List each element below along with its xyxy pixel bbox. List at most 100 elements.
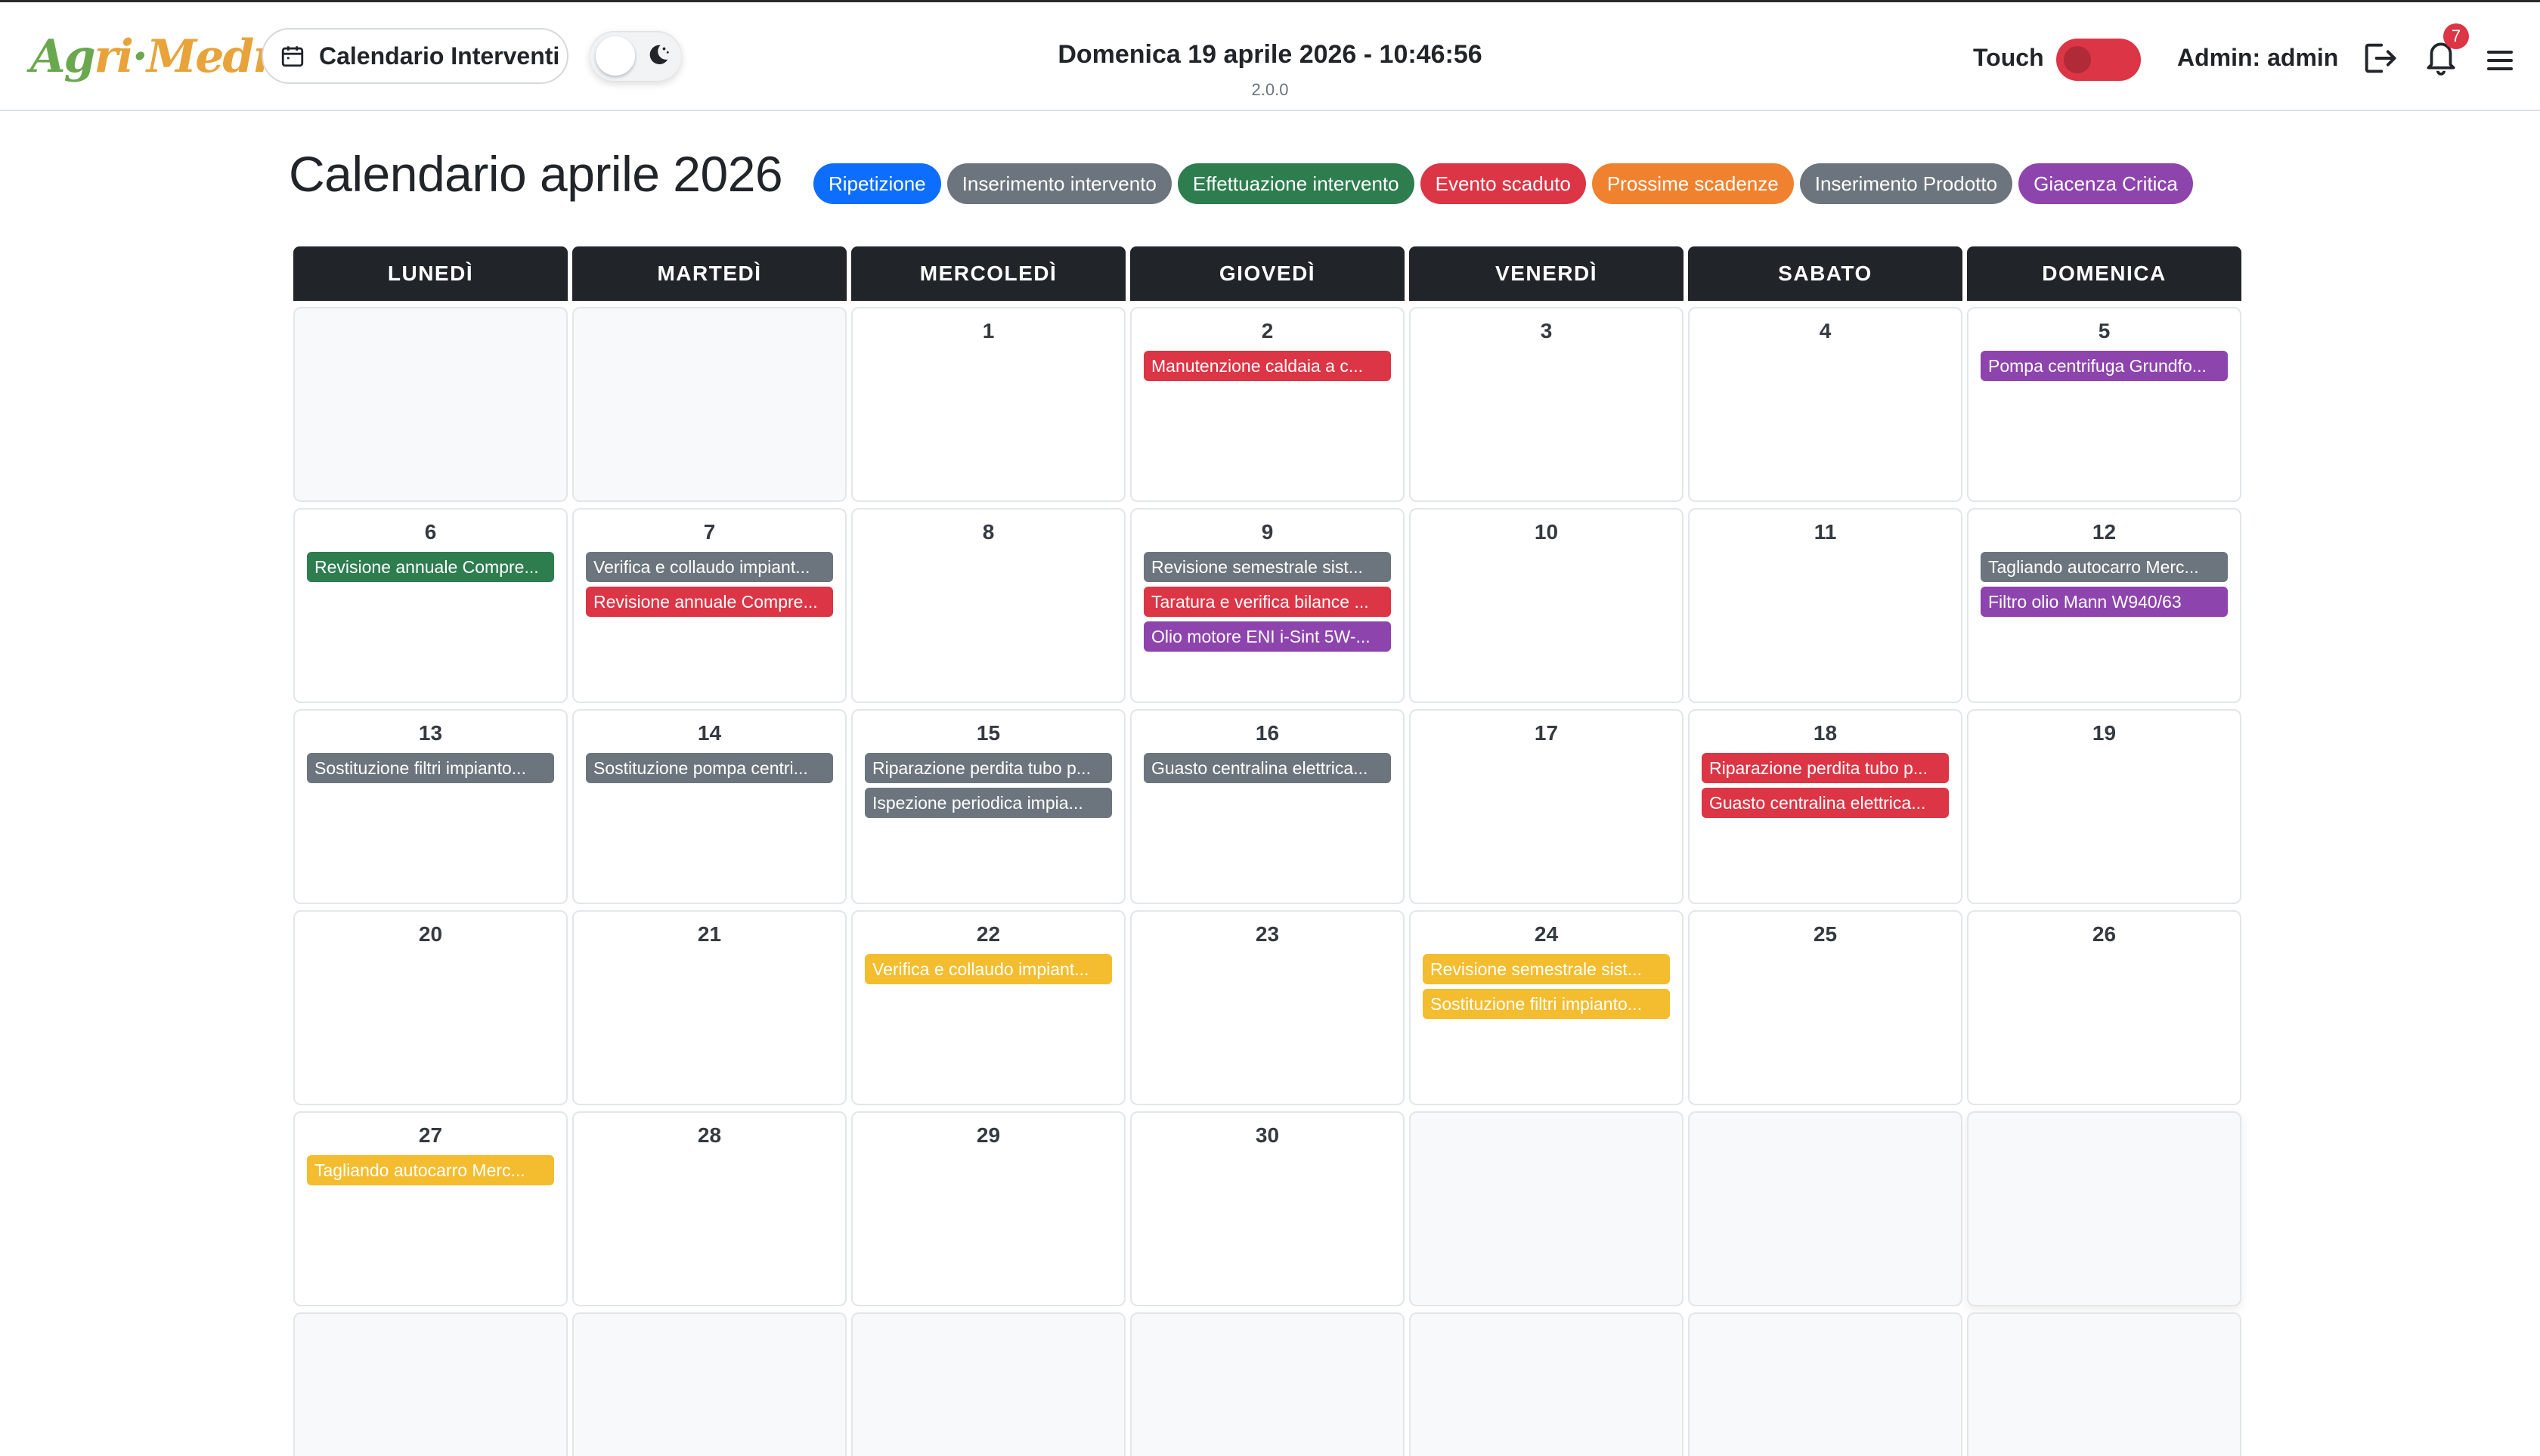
calendar-day-cell[interactable]: 5 Pompa centrifuga Grundfo...: [1967, 307, 2241, 502]
calendar-day-cell[interactable]: 18 Riparazione perdita tubo p... Guasto ce…: [1688, 709, 1962, 904]
day-events: Guasto centralina elettrica...: [1132, 745, 1403, 783]
calendar-event[interactable]: Revisione semestrale sist...: [1423, 954, 1670, 984]
day-number: 2: [1261, 319, 1274, 342]
weekday-header-row: LUNEDÌ MARTEDÌ MERCOLEDÌ GIOVEDÌ VENERDÌ SABA…: [293, 246, 2245, 301]
calendar-day-empty: [1409, 1312, 1684, 1456]
calendar-event[interactable]: Tagliando autocarro Merc...: [1981, 552, 2228, 582]
day-events: [853, 544, 1124, 552]
calendar-day-cell[interactable]: 27 Tagliando autocarro Merc...: [293, 1111, 568, 1306]
day-events: Revisione semestrale sist... Sostituzione…: [1411, 946, 1682, 1019]
calendar-day-cell[interactable]: 11: [1688, 508, 1962, 703]
day-number: 11: [1814, 520, 1837, 544]
calendar-day-cell[interactable]: 1: [851, 307, 1126, 502]
calendar-event[interactable]: Pompa centrifuga Grundfo...: [1981, 351, 2228, 381]
calendar-event[interactable]: Revisione semestrale sist...: [1144, 552, 1391, 582]
day-events: Pompa centrifuga Grundfo...: [1968, 343, 2240, 381]
day-events: Tagliando autocarro Merc...: [295, 1148, 566, 1185]
calendar-day-cell[interactable]: 21: [572, 910, 847, 1105]
logout-icon[interactable]: [2360, 39, 2399, 78]
calendar-event[interactable]: Filtro olio Mann W940/63: [1981, 587, 2228, 617]
calendar-event[interactable]: Verifica e collaudo impiant...: [586, 552, 833, 582]
day-events: [1132, 1148, 1403, 1155]
calendar-day-cell[interactable]: 6 Revisione annuale Compre...: [293, 508, 568, 703]
day-number: [1968, 1123, 2240, 1148]
day-events: [1411, 343, 1682, 351]
calendar-day-empty: [1688, 1312, 1962, 1456]
calendar-event[interactable]: Verifica e collaudo impiant...: [865, 954, 1112, 984]
calendar-day-cell[interactable]: 20: [293, 910, 568, 1105]
calendar-day-empty: [1409, 1111, 1684, 1306]
calendar-icon: [281, 46, 304, 67]
day-events: Sostituzione pompa centri...: [574, 745, 845, 783]
calendar-event[interactable]: Revisione annuale Compre...: [307, 552, 554, 582]
calendar-day-cell[interactable]: 25: [1688, 910, 1962, 1105]
calendar-event[interactable]: Olio motore ENI i-Sint 5W-...: [1144, 621, 1391, 652]
calendar-event[interactable]: Sostituzione filtri impianto...: [1423, 989, 1670, 1019]
day-number: [1411, 1123, 1682, 1148]
calendar-event[interactable]: Tagliando autocarro Merc...: [307, 1155, 554, 1185]
day-number: 12: [2092, 520, 2117, 544]
calendar-event[interactable]: Ispezione periodica impia...: [865, 788, 1112, 818]
day-events: [1132, 946, 1403, 954]
day-number: 24: [1534, 922, 1559, 946]
day-number: [574, 1324, 845, 1349]
weekday-header: GIOVEDÌ: [1130, 246, 1405, 301]
day-events: [1968, 946, 2240, 954]
calendar-day-cell[interactable]: 26: [1967, 910, 2241, 1105]
calendar-event[interactable]: Riparazione perdita tubo p...: [865, 753, 1112, 783]
calendar-day-cell[interactable]: 7 Verifica e collaudo impiant... Revisione…: [572, 508, 847, 703]
calendar-event[interactable]: Sostituzione pompa centri...: [586, 753, 833, 783]
calendar-day-cell[interactable]: 16 Guasto centralina elettrica...: [1130, 709, 1405, 904]
calendar-event[interactable]: Guasto centralina elettrica...: [1144, 753, 1391, 783]
day-number: [1690, 1324, 1961, 1349]
calendar-day-cell[interactable]: 19: [1967, 709, 2241, 904]
calendar-day-cell[interactable]: 9 Revisione semestrale sist... Taratura e …: [1130, 508, 1405, 703]
day-number: [853, 1324, 1124, 1349]
calendar-event[interactable]: Taratura e verifica bilance ...: [1144, 587, 1391, 617]
calendar-day-cell[interactable]: 30: [1130, 1111, 1405, 1306]
legend-pill: Effettuazione intervento: [1177, 163, 1414, 204]
calendar-day-cell[interactable]: 29: [851, 1111, 1126, 1306]
calendar-day-cell[interactable]: 12 Tagliando autocarro Merc... Filtro olio…: [1967, 508, 2241, 703]
calendar-event[interactable]: Revisione annuale Compre...: [586, 587, 833, 617]
hamburger-menu-icon[interactable]: [2487, 51, 2513, 72]
calendar-day-cell[interactable]: 17: [1409, 709, 1684, 904]
calendar-day-cell[interactable]: 14 Sostituzione pompa centri...: [572, 709, 847, 904]
calendar-day-cell[interactable]: 10: [1409, 508, 1684, 703]
calendar-page-button[interactable]: Calendario Interventi: [262, 28, 568, 84]
day-events: Manutenzione caldaia a c...: [1132, 343, 1403, 381]
calendar-day-cell[interactable]: 8: [851, 508, 1126, 703]
day-events: [295, 1349, 566, 1356]
legend-pill: Giacenza Critica: [2018, 163, 2193, 204]
day-events: Verifica e collaudo impiant...: [853, 946, 1124, 984]
calendar-day-empty: [851, 1312, 1126, 1456]
moon-icon: [649, 45, 669, 65]
calendar-day-cell[interactable]: 22 Verifica e collaudo impiant...: [851, 910, 1126, 1105]
calendar-day-cell[interactable]: 15 Riparazione perdita tubo p... Ispezione…: [851, 709, 1126, 904]
day-events: [853, 1148, 1124, 1155]
day-events: Tagliando autocarro Merc... Filtro olio M…: [1968, 544, 2240, 617]
calendar-event[interactable]: Riparazione perdita tubo p...: [1702, 753, 1949, 783]
touch-mode-switch[interactable]: [2056, 39, 2141, 81]
day-events: [295, 343, 566, 351]
day-number: 28: [697, 1123, 722, 1147]
day-number: 16: [1255, 721, 1280, 745]
calendar-day-cell[interactable]: 4: [1688, 307, 1962, 502]
calendar-day-cell[interactable]: 28: [572, 1111, 847, 1306]
calendar-event[interactable]: Manutenzione caldaia a c...: [1144, 351, 1391, 381]
dark-mode-toggle[interactable]: [590, 31, 682, 81]
day-events: [1968, 1349, 2240, 1356]
legend-pill: Evento scaduto: [1420, 163, 1586, 204]
calendar-event[interactable]: Sostituzione filtri impianto...: [307, 753, 554, 783]
calendar-event[interactable]: Guasto centralina elettrica...: [1702, 788, 1949, 818]
day-events: [1690, 946, 1961, 954]
calendar-day-cell[interactable]: 13 Sostituzione filtri impianto...: [293, 709, 568, 904]
day-events: [1690, 1349, 1961, 1356]
calendar-day-cell[interactable]: 3: [1409, 307, 1684, 502]
app-version: 2.0.0: [1251, 80, 1289, 99]
day-events: [853, 1349, 1124, 1356]
calendar-day-cell[interactable]: 24 Revisione semestrale sist... Sostituzio…: [1409, 910, 1684, 1105]
calendar-day-cell[interactable]: 2 Manutenzione caldaia a c...: [1130, 307, 1405, 502]
day-number: 17: [1534, 721, 1559, 745]
calendar-day-cell[interactable]: 23: [1130, 910, 1405, 1105]
